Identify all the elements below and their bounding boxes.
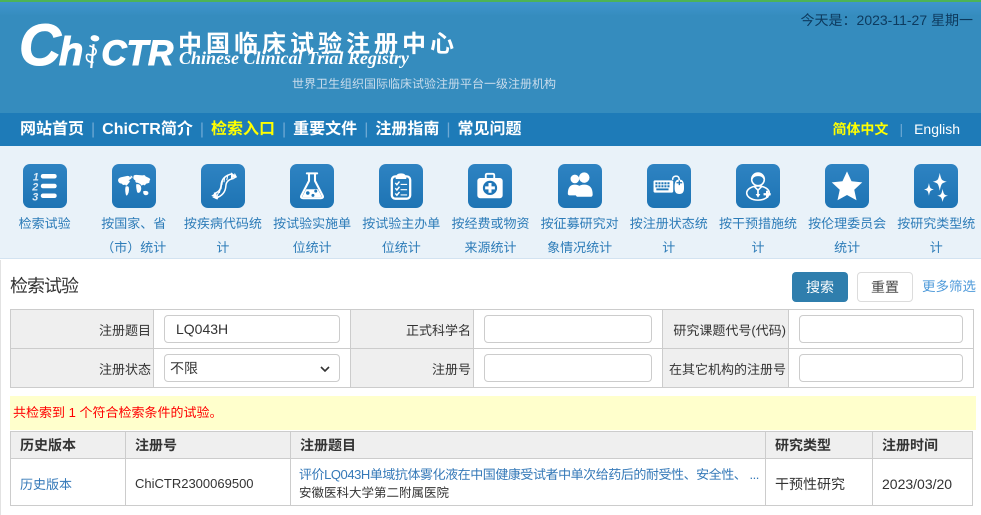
svg-text:3: 3 bbox=[32, 192, 38, 201]
